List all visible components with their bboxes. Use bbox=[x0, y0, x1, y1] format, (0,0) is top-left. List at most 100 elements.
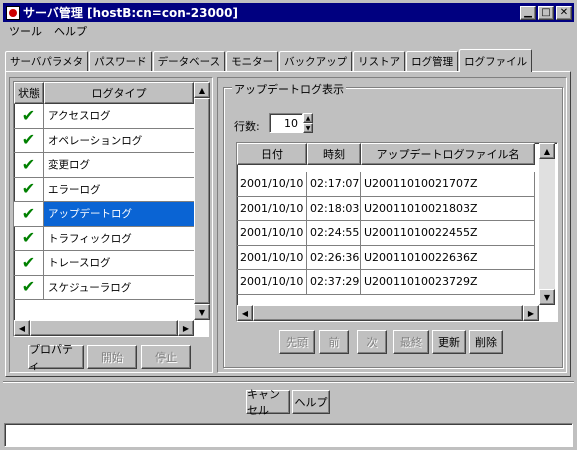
table-row[interactable]: 2001/10/10 02:37:29 U20011010023729Z bbox=[237, 270, 535, 295]
tab-restore[interactable]: リストア bbox=[353, 51, 406, 71]
spin-up-button[interactable]: ▲ bbox=[303, 113, 313, 123]
tab-panel: 状態 ログタイプ ✔ アクセスログ ✔ オペレーションログ ✔ 変更ログ ✔ エ… bbox=[5, 71, 571, 377]
log-row-error[interactable]: ✔ エラーログ bbox=[14, 177, 194, 202]
log-row-change[interactable]: ✔ 変更ログ bbox=[14, 153, 194, 178]
window-title: サーバ管理 [hostB:cn=con-23000] bbox=[23, 6, 238, 20]
log-type-label: エラーログ bbox=[48, 183, 101, 196]
start-button[interactable]: 開始 bbox=[87, 345, 137, 369]
scroll-thumb[interactable] bbox=[30, 320, 178, 336]
tab-server-params[interactable]: サーバパラメタ bbox=[5, 51, 89, 71]
table-row[interactable]: 2001/10/10 02:26:36 U20011010022636Z bbox=[237, 245, 535, 270]
scroll-left-button[interactable]: ◀ bbox=[14, 320, 30, 336]
properties-button[interactable]: プロパティ bbox=[28, 343, 84, 372]
log-type-label: スケジューラログ bbox=[48, 281, 132, 294]
rows-count-input[interactable]: 10 bbox=[269, 113, 303, 133]
log-type-label: オペレーションログ bbox=[48, 134, 143, 147]
update-log-header: 日付 時刻 アップデートログファイル名 bbox=[237, 143, 535, 172]
check-icon: ✔ bbox=[21, 179, 36, 199]
filename-cell: U20011010022636Z bbox=[361, 245, 535, 269]
table-row[interactable]: 2001/10/10 02:18:03 U20011010021803Z bbox=[237, 196, 535, 221]
maximize-icon: □ bbox=[541, 6, 551, 18]
stop-button[interactable]: 停止 bbox=[141, 345, 191, 369]
app-icon[interactable] bbox=[6, 5, 20, 20]
scroll-up-button[interactable]: ▲ bbox=[194, 82, 210, 98]
tab-password[interactable]: パスワード bbox=[89, 51, 152, 71]
date-cell: 2001/10/10 bbox=[237, 270, 307, 294]
update-log-table[interactable]: 日付 時刻 アップデートログファイル名 2001/10/10 02:17:07 … bbox=[236, 142, 558, 322]
grid-horizontal-scrollbar[interactable]: ◀ ▶ bbox=[237, 305, 539, 321]
log-type-label: トラフィックログ bbox=[48, 232, 132, 245]
tab-backup[interactable]: バックアップ bbox=[279, 51, 353, 71]
spin-down-button[interactable]: ▼ bbox=[303, 123, 313, 133]
minimize-button[interactable]: ▁ bbox=[520, 5, 536, 20]
separator bbox=[3, 381, 574, 383]
header-file-name[interactable]: アップデートログファイル名 bbox=[361, 143, 535, 165]
table-row[interactable]: 2001/10/10 02:17:07 U20011010021707Z bbox=[237, 172, 535, 197]
tab-log-management[interactable]: ログ管理 bbox=[406, 51, 459, 71]
scroll-down-button[interactable]: ▼ bbox=[539, 289, 555, 305]
tab-database[interactable]: データベース bbox=[152, 51, 226, 71]
check-icon: ✔ bbox=[21, 277, 36, 297]
table-row[interactable]: 2001/10/10 02:24:55 U20011010022455Z bbox=[237, 221, 535, 246]
tab-monitor[interactable]: モニター bbox=[226, 51, 279, 71]
header-time[interactable]: 時刻 bbox=[307, 143, 361, 165]
update-log-rows: 2001/10/10 02:17:07 U20011010021707Z 200… bbox=[237, 172, 535, 295]
help-button[interactable]: ヘルプ bbox=[292, 390, 330, 414]
filename-cell: U20011010021707Z bbox=[361, 172, 535, 196]
filename-cell: U20011010023729Z bbox=[361, 270, 535, 294]
scroll-thumb[interactable] bbox=[194, 98, 210, 304]
log-row-scheduler[interactable]: ✔ スケジューラログ bbox=[14, 275, 194, 300]
next-button[interactable]: 次 bbox=[357, 330, 387, 354]
check-icon: ✔ bbox=[21, 154, 36, 174]
check-icon: ✔ bbox=[21, 105, 36, 125]
rows-label: 行数: bbox=[234, 120, 260, 133]
menu-tools[interactable]: ツール bbox=[3, 23, 48, 39]
prev-button[interactable]: 前 bbox=[319, 330, 349, 354]
maximize-button[interactable]: □ bbox=[538, 5, 554, 20]
log-row-trace[interactable]: ✔ トレースログ bbox=[14, 251, 194, 276]
header-log-type[interactable]: ログタイプ bbox=[44, 82, 194, 104]
grid-vertical-scrollbar[interactable]: ▲ ▼ bbox=[539, 143, 555, 305]
menu-help[interactable]: ヘルプ bbox=[48, 23, 93, 39]
log-vertical-scrollbar[interactable]: ▲ ▼ bbox=[194, 82, 210, 320]
arrow-left-icon: ◀ bbox=[241, 308, 249, 318]
minimize-icon: ▁ bbox=[524, 6, 532, 18]
arrow-right-icon: ▶ bbox=[527, 308, 535, 318]
log-row-operation[interactable]: ✔ オペレーションログ bbox=[14, 128, 194, 153]
time-cell: 02:37:29 bbox=[307, 270, 361, 294]
tab-strip: サーバパラメタ パスワード データベース モニター バックアップ リストア ログ… bbox=[5, 49, 533, 72]
scroll-up-button[interactable]: ▲ bbox=[539, 143, 555, 159]
filename-cell: U20011010021803Z bbox=[361, 196, 535, 220]
tab-log-file[interactable]: ログファイル bbox=[459, 49, 533, 72]
scroll-right-button[interactable]: ▶ bbox=[178, 320, 194, 336]
log-type-table[interactable]: 状態 ログタイプ ✔ アクセスログ ✔ オペレーションログ ✔ 変更ログ ✔ エ… bbox=[13, 81, 210, 337]
log-type-label: アップデートログ bbox=[48, 208, 132, 221]
delete-button[interactable]: 削除 bbox=[469, 330, 503, 354]
log-horizontal-scrollbar[interactable]: ◀ ▶ bbox=[14, 320, 194, 336]
log-row-update[interactable]: ✔ アップデートログ bbox=[14, 202, 194, 227]
close-button[interactable]: ✕ bbox=[556, 5, 572, 20]
log-row-access[interactable]: ✔ アクセスログ bbox=[14, 104, 194, 129]
log-row-traffic[interactable]: ✔ トラフィックログ bbox=[14, 226, 194, 251]
first-button[interactable]: 先頭 bbox=[279, 330, 315, 354]
check-icon: ✔ bbox=[21, 203, 36, 223]
cancel-button[interactable]: キャンセル bbox=[246, 388, 290, 417]
check-icon: ✔ bbox=[21, 228, 36, 248]
last-button[interactable]: 最終 bbox=[393, 330, 429, 354]
scroll-right-button[interactable]: ▶ bbox=[523, 305, 539, 321]
arrow-right-icon: ▶ bbox=[182, 323, 190, 333]
rows-spinner[interactable]: ▲ ▼ bbox=[303, 113, 313, 133]
header-date[interactable]: 日付 bbox=[237, 143, 307, 165]
arrow-down-icon: ▼ bbox=[543, 292, 551, 302]
header-status[interactable]: 状態 bbox=[14, 82, 44, 104]
scroll-down-button[interactable]: ▼ bbox=[194, 304, 210, 320]
scroll-left-button[interactable]: ◀ bbox=[237, 305, 253, 321]
close-icon: ✕ bbox=[559, 6, 569, 18]
title-bar[interactable]: サーバ管理 [hostB:cn=con-23000] ▁ □ ✕ bbox=[3, 3, 574, 22]
scroll-thumb[interactable] bbox=[253, 305, 523, 321]
time-cell: 02:26:36 bbox=[307, 245, 361, 269]
arrow-up-icon: ▲ bbox=[198, 85, 206, 95]
refresh-button[interactable]: 更新 bbox=[432, 330, 466, 354]
status-bar bbox=[4, 423, 573, 447]
arrow-down-icon: ▼ bbox=[198, 307, 206, 317]
